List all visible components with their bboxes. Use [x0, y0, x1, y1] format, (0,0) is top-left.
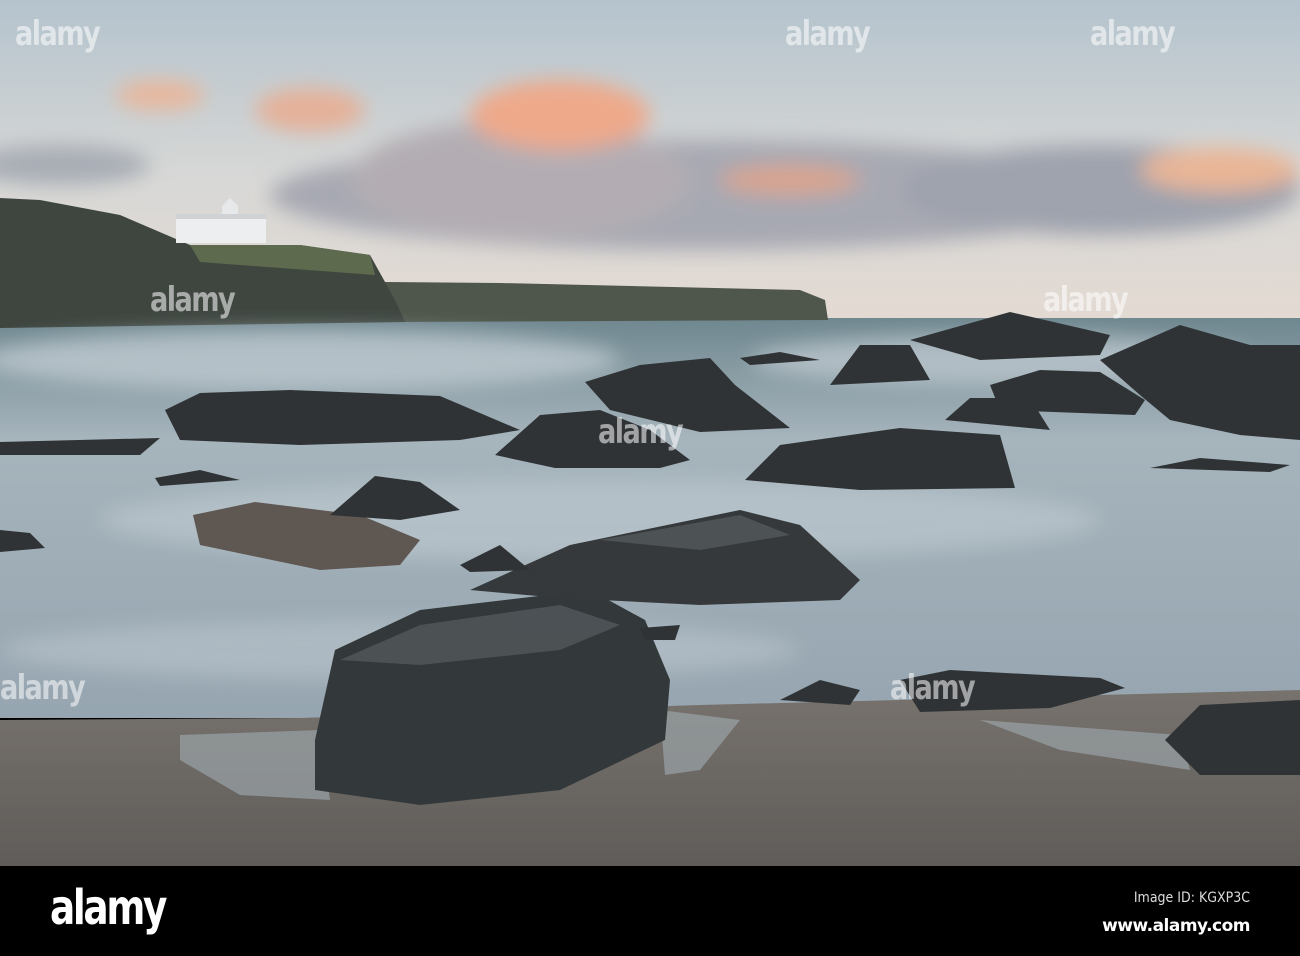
watermark: alamy: [1043, 280, 1129, 320]
alamy-logo: alamy: [50, 880, 167, 936]
stock-photo: alamy alamy alamy alamy alamy alamy alam…: [0, 0, 1300, 956]
watermark: alamy: [15, 14, 101, 54]
watermark: alamy: [150, 280, 236, 320]
watermark: alamy: [890, 668, 976, 708]
watermark: alamy: [1090, 14, 1176, 54]
website-link: www.alamy.com: [1102, 916, 1250, 936]
footer-bar: alamy Image ID: KGXP3C www.alamy.com: [0, 866, 1300, 956]
image-id: Image ID: KGXP3C: [1133, 890, 1250, 906]
watermark: alamy: [0, 668, 86, 708]
watermark: alamy: [785, 14, 871, 54]
watermark: alamy: [598, 412, 684, 452]
